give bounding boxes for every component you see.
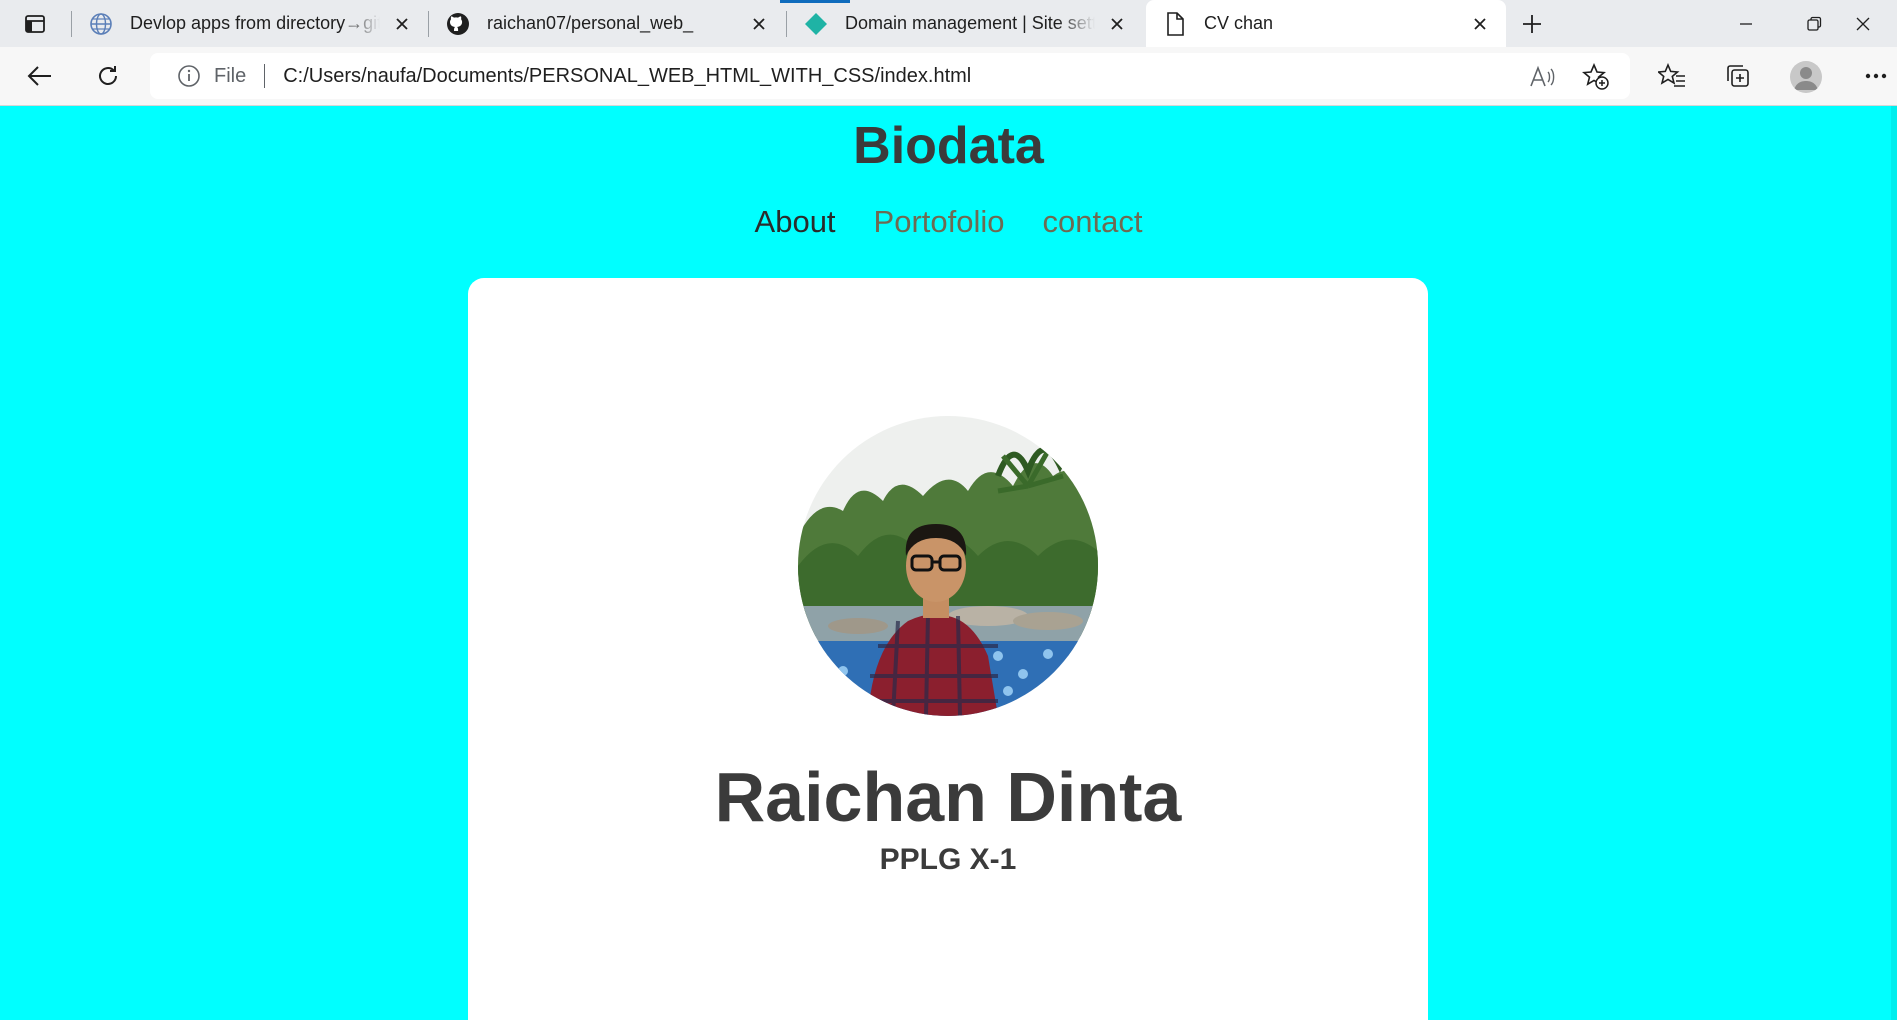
github-icon bbox=[445, 11, 471, 37]
address-divider bbox=[264, 64, 266, 88]
globe-icon bbox=[88, 11, 114, 37]
close-icon[interactable] bbox=[747, 12, 771, 36]
tab-domain-management[interactable]: Domain management | Site setti bbox=[787, 0, 1143, 47]
more-options-icon[interactable] bbox=[1856, 56, 1896, 96]
add-favorite-icon[interactable] bbox=[1580, 61, 1612, 93]
read-aloud-icon[interactable] bbox=[1526, 61, 1558, 93]
tab-loading-indicator bbox=[780, 0, 850, 3]
favorites-icon[interactable] bbox=[1652, 56, 1692, 96]
profile-avatar[interactable] bbox=[1790, 61, 1822, 93]
tab-github-repo[interactable]: raichan07/personal_web_ bbox=[429, 0, 785, 47]
page-title: Biodata bbox=[853, 117, 1044, 175]
close-icon[interactable] bbox=[1468, 12, 1492, 36]
profile-name: Raichan Dinta bbox=[714, 758, 1182, 836]
close-icon[interactable] bbox=[390, 12, 414, 36]
collections-icon[interactable] bbox=[1718, 56, 1758, 96]
netlify-icon bbox=[803, 11, 829, 37]
tab-title: CV chan bbox=[1204, 13, 1274, 33]
new-tab-icon[interactable] bbox=[1513, 5, 1551, 43]
nav-link-portfolio[interactable]: Portofolio bbox=[874, 204, 1005, 240]
web-page: Biodata About Portofolio contact Raichan… bbox=[0, 106, 1897, 1020]
tab-title: raichan07/personal_web_ bbox=[487, 13, 694, 33]
tab-actions-menu-icon[interactable] bbox=[12, 5, 58, 43]
tab-strip: Devlop apps from directory→gitl raichan0… bbox=[0, 0, 1897, 47]
file-icon bbox=[1162, 11, 1188, 37]
tab-title: Domain management | Site setti bbox=[845, 13, 1095, 33]
address-bar[interactable]: File C:/Users/naufa/Documents/PERSONAL_W… bbox=[150, 53, 1630, 99]
profile-photo bbox=[798, 416, 1098, 716]
back-arrow-icon[interactable] bbox=[20, 56, 60, 96]
close-window-icon[interactable] bbox=[1829, 0, 1897, 47]
nav-link-contact[interactable]: contact bbox=[1043, 204, 1143, 240]
url-text[interactable]: C:/Users/naufa/Documents/PERSONAL_WEB_HT… bbox=[283, 65, 971, 88]
close-icon[interactable] bbox=[1105, 12, 1129, 36]
url-scheme-label: File bbox=[214, 64, 247, 87]
nav-link-about[interactable]: About bbox=[755, 204, 836, 240]
page-scrollbar[interactable] bbox=[1891, 106, 1897, 1020]
info-icon[interactable] bbox=[176, 63, 202, 89]
tab-cv-chan[interactable]: CV chan bbox=[1146, 0, 1506, 47]
minimize-icon[interactable] bbox=[1712, 0, 1780, 47]
profile-card: Raichan Dinta PPLG X-1 bbox=[468, 278, 1428, 1020]
browser-toolbar: File C:/Users/naufa/Documents/PERSONAL_W… bbox=[0, 47, 1897, 106]
refresh-icon[interactable] bbox=[88, 56, 128, 96]
main-nav: About Portofolio contact bbox=[0, 204, 1897, 240]
profile-class: PPLG X-1 bbox=[879, 843, 1017, 876]
tab-title: Devlop apps from directory→gitl bbox=[130, 13, 380, 33]
tab-devlop-apps[interactable]: Devlop apps from directory→gitl bbox=[72, 0, 428, 47]
